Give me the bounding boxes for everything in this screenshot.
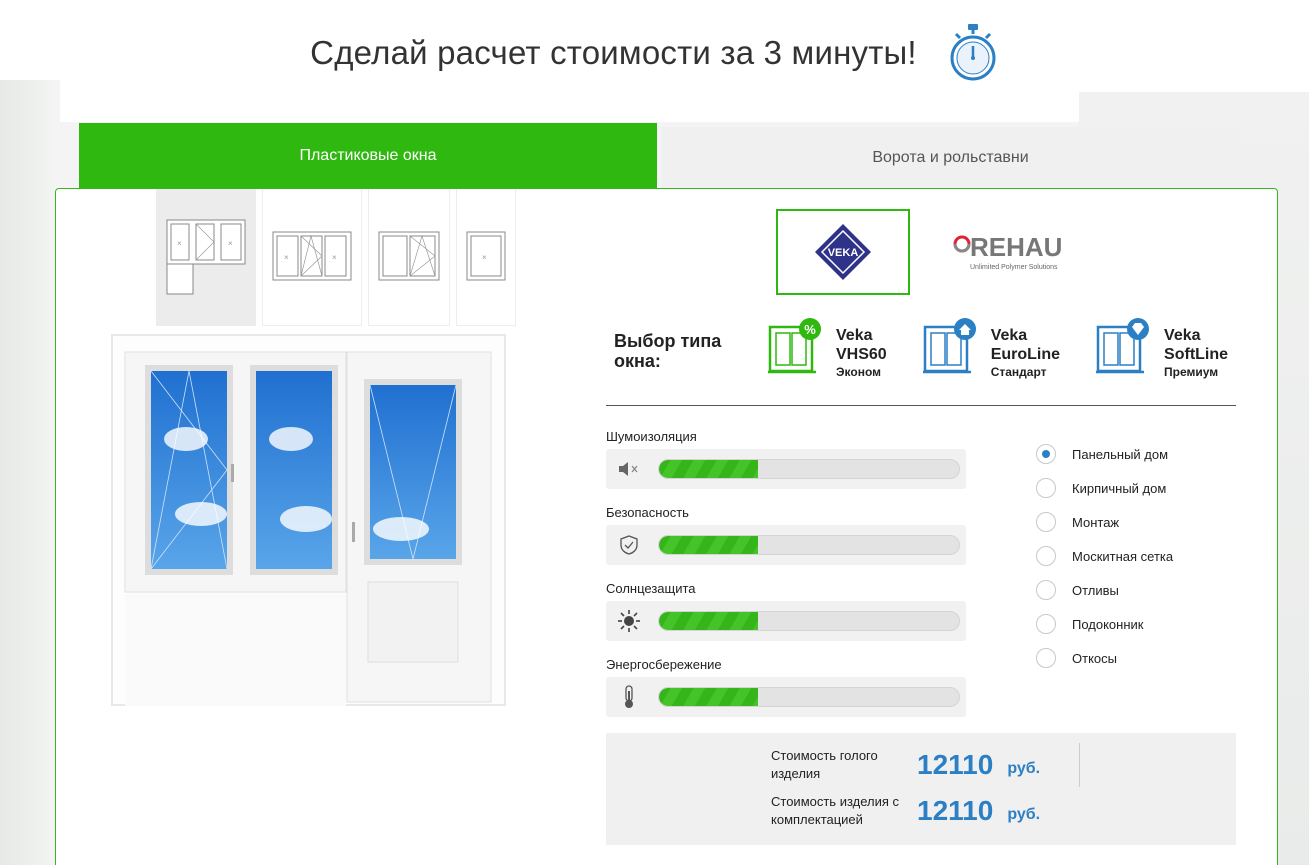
option-mosquito-net[interactable]: Москитная сетка xyxy=(1036,539,1173,573)
brand-veka[interactable]: VEKA xyxy=(776,209,910,295)
price-bare: Стоимость голого изделия 12110 руб. xyxy=(771,747,1040,783)
three-sash-icon: × × xyxy=(272,231,352,281)
brand-selector: VEKA REHAU Unlimited Polymer Solutions xyxy=(776,209,1072,295)
type-veka-vhs60[interactable]: % Veka VHS60 Эконом xyxy=(768,317,887,379)
option-label: Кирпичный дом xyxy=(1072,480,1167,496)
type-line1: Veka xyxy=(1164,327,1201,344)
calculator-panel: × × × × × VEKA REHAU Unlimited Polymer S… xyxy=(55,188,1278,865)
option-label: Откосы xyxy=(1072,650,1117,666)
type-line2: SoftLine xyxy=(1164,346,1229,363)
radio-button[interactable] xyxy=(1036,546,1056,566)
sun-icon xyxy=(618,610,640,632)
tab-gates-shutters[interactable]: Ворота и рольставни xyxy=(661,127,1240,188)
extras-options: Панельный дом Кирпичный дом Монтаж Моски… xyxy=(1036,437,1173,675)
svg-text:×: × xyxy=(284,253,289,262)
stopwatch-icon xyxy=(950,24,996,81)
shield-check-icon xyxy=(618,534,640,556)
thermometer-icon xyxy=(618,685,640,708)
tab-bar: Пластиковые окна Ворота и рольставни xyxy=(79,123,1240,188)
option-brick-house[interactable]: Кирпичный дом xyxy=(1036,471,1173,505)
header: Сделай расчет стоимости за 3 минуты! xyxy=(0,20,1309,86)
svg-text:×: × xyxy=(482,253,487,262)
window-config-selector: × × × × × xyxy=(156,189,516,326)
price-summary: Стоимость голого изделия 12110 руб. Стои… xyxy=(606,733,1236,845)
svg-text:REHAU: REHAU xyxy=(970,232,1062,262)
price-full-label: Стоимость изделия с комплектацией xyxy=(771,794,900,827)
metric-label: Солнцезащита xyxy=(606,581,696,596)
svg-text:×: × xyxy=(177,239,182,248)
type-veka-softline[interactable]: Veka SoftLine Премиум xyxy=(1096,317,1228,379)
currency-label: руб. xyxy=(1007,806,1041,823)
metric-noise: Шумоизоляция xyxy=(606,429,966,505)
svg-text:×: × xyxy=(332,253,337,262)
type-line2: VHS60 xyxy=(836,346,887,363)
metric-label: Безопасность xyxy=(606,505,689,520)
radio-button[interactable] xyxy=(1036,580,1056,600)
metric-energy: Энергосбережение xyxy=(606,657,966,733)
price-separator xyxy=(1079,743,1080,787)
option-installation[interactable]: Монтаж xyxy=(1036,505,1173,539)
svg-text:VEKA: VEKA xyxy=(828,247,859,259)
radio-button[interactable] xyxy=(1036,478,1056,498)
type-line2: EuroLine xyxy=(990,346,1061,363)
svg-text:×: × xyxy=(228,239,233,248)
two-sash-icon xyxy=(378,231,440,281)
rehau-subtitle: Unlimited Polymer Solutions xyxy=(970,264,1058,271)
option-label: Подоконник xyxy=(1072,616,1144,632)
option-label: Панельный дом xyxy=(1072,446,1169,462)
type-line1: Veka xyxy=(990,327,1028,344)
metrics-list: Шумоизоляция Безопасность Солнцезащита Э… xyxy=(606,429,966,733)
window-type-econom-icon: % xyxy=(768,318,821,374)
option-label: Отливы xyxy=(1072,582,1119,598)
sun-level-bar xyxy=(658,611,960,631)
type-veka-euroline[interactable]: Veka EuroLine Стандарт xyxy=(922,317,1061,379)
window-type-premium-icon xyxy=(1096,318,1150,374)
tab-plastic-windows[interactable]: Пластиковые окна xyxy=(79,123,657,188)
veka-logo: VEKA xyxy=(815,224,871,280)
single-sash-icon: × xyxy=(466,231,506,281)
type-line1: Veka xyxy=(836,327,873,344)
window-preview-image xyxy=(111,334,506,706)
config-three-sash[interactable]: × × xyxy=(262,189,362,326)
config-two-sash[interactable] xyxy=(368,189,450,326)
left-background xyxy=(0,80,60,865)
price-bare-value: 12110 xyxy=(917,749,994,780)
svg-text:%: % xyxy=(804,322,816,337)
option-label: Москитная сетка xyxy=(1072,548,1174,564)
price-full: Стоимость изделия с комплектацией 12110 … xyxy=(771,793,1040,829)
speaker-mute-icon xyxy=(618,458,640,480)
window-type-label: Выбор типа окна: xyxy=(614,331,722,371)
balcony-block-icon: × × xyxy=(166,219,246,295)
radio-button[interactable] xyxy=(1036,444,1056,464)
metric-security: Безопасность xyxy=(606,505,966,581)
option-window-sill[interactable]: Подоконник xyxy=(1036,607,1173,641)
option-slopes[interactable]: Откосы xyxy=(1036,641,1173,675)
metric-sun: Солнцезащита xyxy=(606,581,966,657)
currency-label: руб. xyxy=(1007,760,1041,777)
window-type-selector: % Veka VHS60 Эконом Veka EuroLine Станда… xyxy=(768,317,1228,379)
section-divider xyxy=(606,405,1236,406)
radio-button[interactable] xyxy=(1036,512,1056,532)
noise-level-bar xyxy=(658,459,960,479)
rehau-logo: REHAU Unlimited Polymer Solutions xyxy=(953,232,1062,271)
option-panel-house[interactable]: Панельный дом xyxy=(1036,437,1173,471)
type-tier: Эконом xyxy=(836,365,882,379)
type-tier: Стандарт xyxy=(990,365,1047,379)
price-full-value: 12110 xyxy=(917,795,994,826)
option-drip-caps[interactable]: Отливы xyxy=(1036,573,1173,607)
option-label: Монтаж xyxy=(1072,514,1120,530)
energy-level-bar xyxy=(658,687,960,707)
metric-label: Энергосбережение xyxy=(606,657,722,672)
radio-button[interactable] xyxy=(1036,648,1056,668)
metric-label: Шумоизоляция xyxy=(606,429,697,444)
page-title: Сделай расчет стоимости за 3 минуты! xyxy=(310,34,917,71)
radio-button[interactable] xyxy=(1036,614,1056,634)
security-level-bar xyxy=(658,535,960,555)
type-tier: Премиум xyxy=(1164,365,1219,379)
brand-rehau[interactable]: REHAU Unlimited Polymer Solutions xyxy=(938,209,1072,295)
config-single-sash[interactable]: × xyxy=(456,189,516,326)
config-balcony-block[interactable]: × × xyxy=(156,189,256,326)
price-bare-label: Стоимость голого изделия xyxy=(771,748,878,781)
window-type-standard-icon xyxy=(922,318,976,374)
